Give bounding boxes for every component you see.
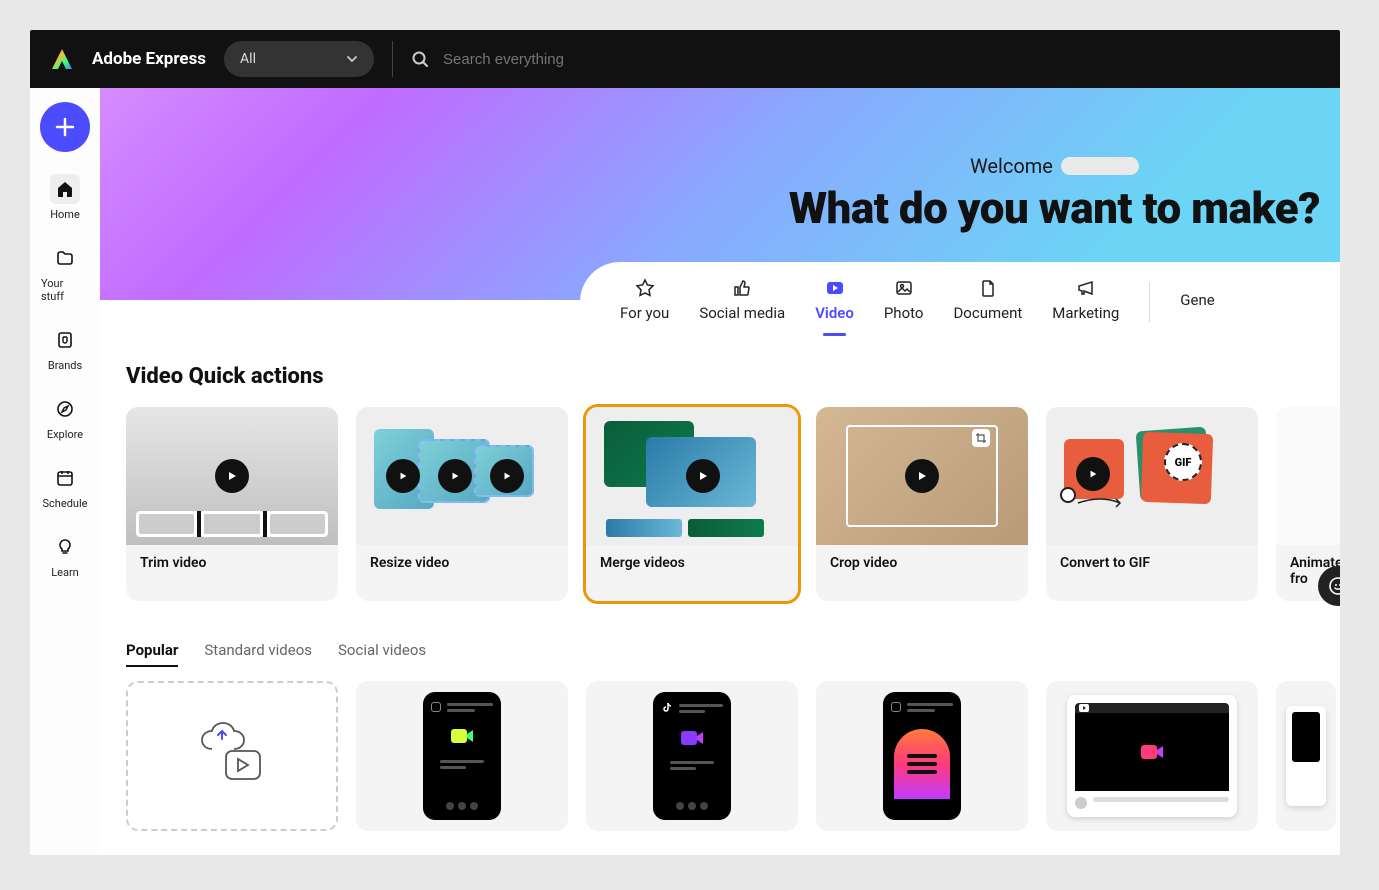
category-generate[interactable]: Gene	[1180, 291, 1214, 313]
sidebar: Home Your stuff Brands Explore	[30, 88, 100, 855]
templates-row	[126, 681, 1340, 831]
sidebar-item-label: Learn	[51, 566, 79, 579]
sidebar-item-explore[interactable]: Explore	[37, 388, 93, 447]
calendar-icon	[50, 463, 80, 493]
template-youtube[interactable]	[1046, 681, 1258, 831]
lightbulb-icon	[50, 532, 80, 562]
quick-actions-row: Trim video Resize video	[126, 407, 1340, 601]
category-marketing[interactable]: Marketing	[1052, 278, 1119, 326]
tiktok-icon	[661, 702, 673, 714]
megaphone-icon	[1076, 278, 1096, 298]
category-divider	[1149, 282, 1150, 322]
document-icon	[978, 278, 998, 298]
sidebar-item-label: Home	[50, 208, 80, 221]
welcome-label: Welcome	[970, 154, 1053, 178]
template-upload[interactable]	[126, 681, 338, 831]
search-box[interactable]	[392, 41, 1320, 77]
app-title: Adobe Express	[92, 49, 206, 69]
play-badge-icon	[438, 459, 472, 493]
brands-icon	[50, 325, 80, 355]
play-badge-icon	[1076, 457, 1110, 491]
card-label: Merge videos	[586, 545, 798, 585]
sidebar-item-home[interactable]: Home	[37, 168, 93, 227]
filter-dropdown[interactable]: All	[224, 41, 374, 77]
create-new-button[interactable]	[40, 102, 90, 152]
category-label: Document	[953, 304, 1022, 322]
content-area: Welcome What do you want to make? For yo…	[100, 88, 1340, 855]
sidebar-item-label: Your stuff	[41, 277, 89, 303]
category-label: Gene	[1180, 291, 1214, 309]
card-label: Crop video	[816, 545, 1028, 585]
card-label: Trim video	[126, 545, 338, 585]
folder-icon	[50, 243, 80, 273]
sidebar-item-label: Brands	[48, 359, 82, 372]
play-badge-icon	[905, 459, 939, 493]
card-merge-videos[interactable]: Merge videos	[586, 407, 798, 601]
category-bar: For you Social media Video Photo Documen…	[580, 262, 1340, 342]
category-for-you[interactable]: For you	[620, 278, 669, 326]
play-badge-icon	[686, 459, 720, 493]
welcome-text: Welcome	[789, 154, 1320, 178]
sidebar-item-label: Explore	[47, 428, 83, 441]
gif-badge: GIF	[1164, 443, 1202, 481]
sidebar-item-yourstuff[interactable]: Your stuff	[37, 237, 93, 309]
youtube-icon	[1079, 704, 1089, 712]
tab-social[interactable]: Social videos	[338, 641, 426, 667]
sidebar-item-schedule[interactable]: Schedule	[37, 457, 93, 516]
category-document[interactable]: Document	[953, 278, 1022, 326]
card-resize-video[interactable]: Resize video	[356, 407, 568, 601]
card-convert-gif[interactable]: GIF Convert to GIF	[1046, 407, 1258, 601]
home-icon	[50, 174, 80, 204]
tab-popular[interactable]: Popular	[126, 641, 178, 667]
play-badge-icon	[215, 459, 249, 493]
template-reels[interactable]	[816, 681, 1028, 831]
play-badge-icon	[386, 459, 420, 493]
play-icon	[825, 278, 845, 298]
tab-standard[interactable]: Standard videos	[204, 641, 312, 667]
card-crop-video[interactable]: Crop video	[816, 407, 1028, 601]
category-label: Photo	[884, 304, 924, 322]
instagram-icon	[891, 702, 901, 712]
compass-icon	[50, 394, 80, 424]
category-photo[interactable]: Photo	[884, 278, 924, 326]
search-input[interactable]	[443, 51, 1302, 68]
play-badge-icon	[490, 459, 524, 493]
hero-headline: What do you want to make?	[789, 182, 1320, 234]
category-social[interactable]: Social media	[699, 278, 785, 326]
sidebar-item-label: Schedule	[43, 497, 88, 510]
adobe-logo-icon	[50, 47, 74, 71]
chevron-down-icon	[346, 53, 358, 65]
username-placeholder	[1061, 157, 1139, 175]
card-label: Convert to GIF	[1046, 545, 1258, 585]
template-more[interactable]	[1276, 681, 1336, 831]
sidebar-item-learn[interactable]: Learn	[37, 526, 93, 585]
template-tiktok[interactable]	[586, 681, 798, 831]
quick-actions-title: Video Quick actions	[126, 364, 1340, 389]
category-label: Social media	[699, 304, 785, 322]
image-icon	[894, 278, 914, 298]
category-video[interactable]: Video	[815, 278, 854, 326]
category-label: For you	[620, 304, 669, 322]
card-trim-video[interactable]: Trim video	[126, 407, 338, 601]
category-label: Video	[815, 304, 854, 322]
instagram-icon	[431, 702, 441, 712]
app-header: Adobe Express All	[30, 30, 1340, 88]
template-instagram[interactable]	[356, 681, 568, 831]
card-label: Resize video	[356, 545, 568, 585]
star-icon	[635, 278, 655, 298]
template-tabs: Popular Standard videos Social videos	[126, 641, 1340, 667]
sidebar-item-brands[interactable]: Brands	[37, 319, 93, 378]
filter-label: All	[240, 51, 256, 67]
search-icon	[411, 50, 429, 68]
thumbsup-icon	[732, 278, 752, 298]
category-label: Marketing	[1052, 304, 1119, 322]
